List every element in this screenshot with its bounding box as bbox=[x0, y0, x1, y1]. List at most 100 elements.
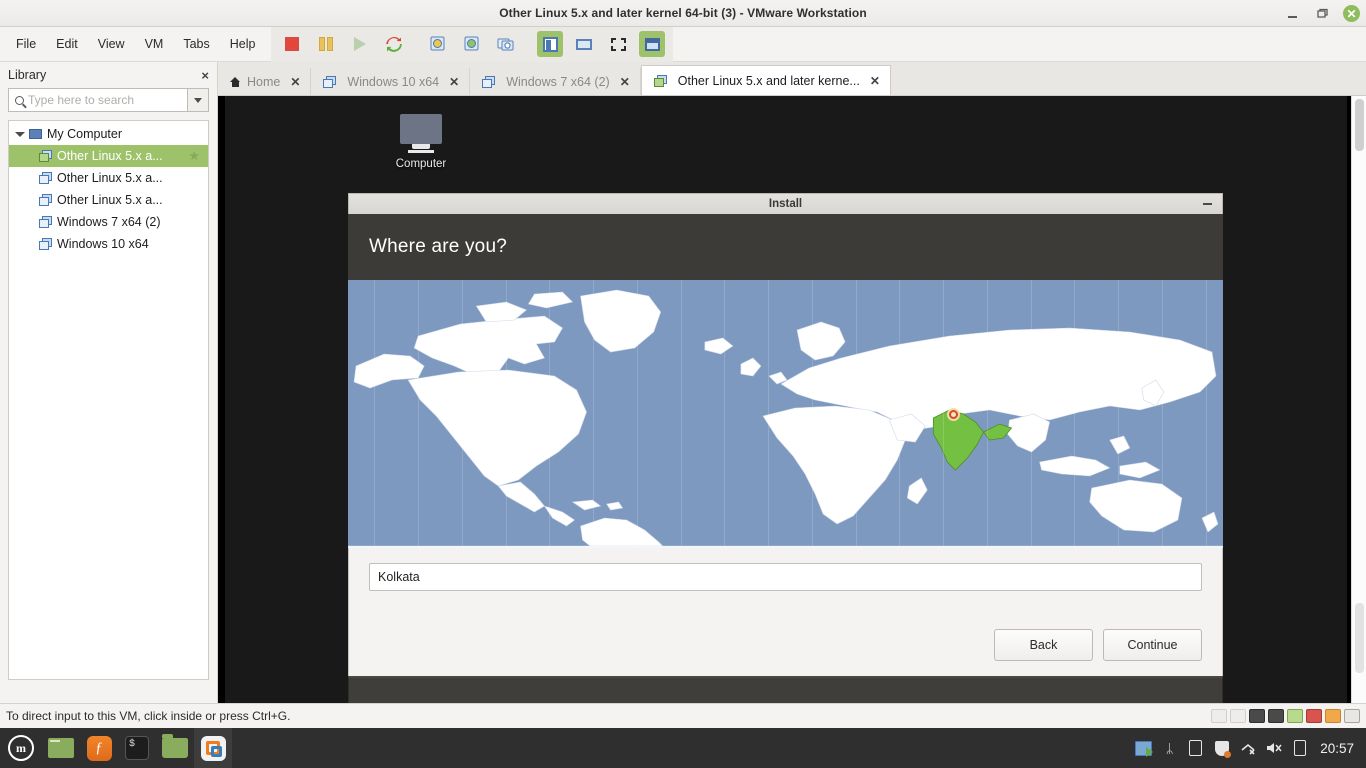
vm-console-scrollbar[interactable] bbox=[1351, 96, 1366, 703]
tab-close-icon[interactable]: ✕ bbox=[870, 74, 880, 88]
vmware-workstation-window: Other Linux 5.x and later kernel 64-bit … bbox=[0, 0, 1366, 768]
restart-icon[interactable] bbox=[381, 31, 407, 57]
close-button[interactable]: ✕ bbox=[1343, 5, 1360, 22]
expand-arrow-icon[interactable] bbox=[15, 131, 25, 137]
menu-file[interactable]: File bbox=[6, 33, 46, 55]
vm-library-tree: My Computer Other Linux 5.x a... ★ Other… bbox=[8, 120, 209, 680]
printer-device-icon[interactable] bbox=[1306, 709, 1322, 723]
scrollbar-thumb[interactable] bbox=[1355, 99, 1364, 151]
search-input[interactable] bbox=[28, 93, 183, 107]
menu-icon[interactable]: m bbox=[0, 728, 42, 768]
vm-icon bbox=[39, 172, 52, 184]
vm-console[interactable]: Computer Install Where are you? Kolkata … bbox=[218, 96, 1366, 703]
message-log-icon[interactable] bbox=[1344, 709, 1360, 723]
dialog-form bbox=[348, 548, 1223, 614]
desktop-icon-computer[interactable]: Computer bbox=[371, 114, 471, 170]
tab-label: Home bbox=[247, 74, 281, 89]
window-titlebar: Other Linux 5.x and later kernel 64-bit … bbox=[0, 0, 1366, 27]
device-status-icons bbox=[1211, 709, 1360, 723]
guest-desktop[interactable]: Computer Install Where are you? Kolkata … bbox=[225, 96, 1347, 703]
scrollbar-track-lower[interactable] bbox=[1355, 603, 1364, 673]
sidebar-item-vm-1[interactable]: Other Linux 5.x a... bbox=[9, 167, 208, 189]
menu-list: File Edit View VM Tabs Help bbox=[0, 33, 265, 55]
fullscreen-icon[interactable] bbox=[605, 31, 631, 57]
toolbar bbox=[271, 26, 674, 62]
vmware-tray-icon[interactable] bbox=[1135, 740, 1154, 757]
search-box[interactable] bbox=[8, 88, 188, 112]
minimize-button[interactable] bbox=[1283, 5, 1301, 23]
mint-logo-icon: m bbox=[8, 735, 34, 761]
display-device-icon[interactable] bbox=[1325, 709, 1341, 723]
sidebar-item-label: Other Linux 5.x a... bbox=[57, 149, 163, 163]
vmware-workstation-icon[interactable] bbox=[194, 728, 232, 768]
search-icon bbox=[15, 95, 24, 105]
clipboard-icon[interactable] bbox=[1187, 740, 1204, 757]
suspend-icon[interactable] bbox=[313, 31, 339, 57]
tab-windows-10-x64[interactable]: Windows 10 x64 ✕ bbox=[311, 68, 471, 95]
cd-dvd-device-icon[interactable] bbox=[1230, 709, 1246, 723]
status-message: To direct input to this VM, click inside… bbox=[6, 709, 291, 723]
clock[interactable]: 20:57 bbox=[1320, 741, 1354, 756]
dialog-titlebar: Install bbox=[348, 193, 1223, 214]
menu-vm[interactable]: VM bbox=[135, 33, 174, 55]
tree-root-my-computer[interactable]: My Computer bbox=[9, 123, 208, 145]
vm-icon bbox=[39, 216, 52, 228]
library-title: Library bbox=[8, 68, 47, 82]
vm-running-icon bbox=[39, 150, 52, 162]
sidebar-item-vm-0[interactable]: Other Linux 5.x a... ★ bbox=[9, 145, 208, 167]
snapshot-take-icon[interactable] bbox=[425, 31, 451, 57]
network-device-icon[interactable] bbox=[1249, 709, 1265, 723]
close-icon[interactable]: × bbox=[201, 68, 209, 83]
show-library-icon[interactable] bbox=[537, 31, 564, 57]
network-icon[interactable] bbox=[1239, 740, 1256, 757]
library-sidebar: Library × My Computer Other Linux 5.x a.… bbox=[0, 62, 218, 703]
sidebar-item-vm-2[interactable]: Other Linux 5.x a... bbox=[9, 189, 208, 211]
menu-view[interactable]: View bbox=[88, 33, 135, 55]
sidebar-item-vm-4[interactable]: Windows 10 x64 bbox=[9, 233, 208, 255]
menu-edit[interactable]: Edit bbox=[46, 33, 88, 55]
favorite-star-icon[interactable]: ★ bbox=[188, 148, 200, 164]
files-icon[interactable] bbox=[156, 728, 194, 768]
timezone-map[interactable] bbox=[348, 280, 1223, 548]
sidebar-item-vm-3[interactable]: Windows 7 x64 (2) bbox=[9, 211, 208, 233]
battery-icon[interactable] bbox=[1291, 740, 1308, 757]
power-on-icon[interactable] bbox=[347, 31, 373, 57]
home-icon bbox=[230, 76, 241, 87]
tab-windows-7-x64-2[interactable]: Windows 7 x64 (2) ✕ bbox=[470, 68, 641, 95]
snapshot-manager-icon[interactable] bbox=[493, 31, 519, 57]
update-manager-icon[interactable] bbox=[1213, 740, 1231, 758]
volume-muted-icon[interactable] bbox=[1265, 740, 1282, 757]
bluetooth-icon[interactable]: ᛦ bbox=[1161, 740, 1178, 757]
dialog-minimize-button[interactable] bbox=[1203, 203, 1212, 205]
monitor-base bbox=[408, 150, 434, 153]
menu-tabs[interactable]: Tabs bbox=[173, 33, 219, 55]
firefox-icon[interactable]: ƒ bbox=[80, 728, 118, 768]
snapshot-revert-icon[interactable] bbox=[459, 31, 485, 57]
tab-close-icon[interactable]: ✕ bbox=[290, 75, 300, 89]
library-header: Library × bbox=[0, 62, 217, 88]
show-desktop-icon[interactable] bbox=[42, 728, 80, 768]
terminal-icon[interactable]: $ bbox=[118, 728, 156, 768]
unity-mode-icon[interactable] bbox=[639, 31, 666, 57]
vm-icon bbox=[323, 75, 337, 88]
tab-close-icon[interactable]: ✕ bbox=[620, 75, 630, 89]
sound-device-icon[interactable] bbox=[1287, 709, 1303, 723]
vm-icon bbox=[482, 75, 496, 88]
power-off-icon[interactable] bbox=[279, 31, 305, 57]
floppy-device-icon[interactable] bbox=[1211, 709, 1227, 723]
sidebar-item-label: Windows 10 x64 bbox=[57, 237, 149, 251]
vm-running-icon bbox=[653, 74, 667, 87]
back-button[interactable]: Back bbox=[994, 629, 1093, 661]
search-dropdown-button[interactable] bbox=[188, 88, 209, 112]
usb-device-icon[interactable] bbox=[1268, 709, 1284, 723]
maximize-button[interactable] bbox=[1313, 5, 1331, 23]
menu-help[interactable]: Help bbox=[220, 33, 266, 55]
console-view-icon[interactable] bbox=[571, 31, 597, 57]
tab-close-icon[interactable]: ✕ bbox=[449, 75, 459, 89]
tab-other-linux-5x[interactable]: Other Linux 5.x and later kerne... ✕ bbox=[640, 65, 891, 95]
tab-label: Windows 10 x64 bbox=[347, 74, 440, 89]
continue-button[interactable]: Continue bbox=[1103, 629, 1202, 661]
city-input[interactable] bbox=[369, 563, 1202, 591]
vm-icon bbox=[39, 194, 52, 206]
tab-home[interactable]: Home ✕ bbox=[218, 68, 312, 95]
